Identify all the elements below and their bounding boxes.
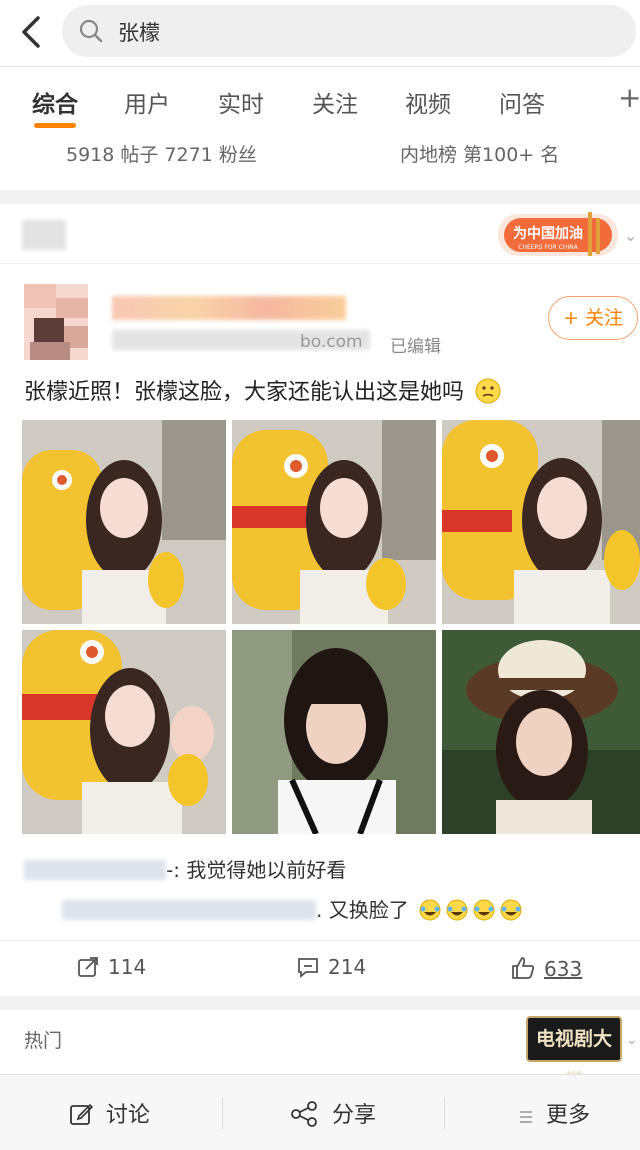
chevron-left-icon [22,16,40,48]
posts-fans-count: 5918 帖子 7271 粉丝 [66,144,257,166]
search-query: 张檬 [118,21,160,45]
comment-icon [298,958,318,978]
post-source: bo.com [300,332,363,352]
photo-1[interactable] [22,420,226,624]
more-label: 更多 [546,1103,591,1128]
blurred-username[interactable] [112,296,346,320]
active-tab-indicator [34,123,76,128]
laugh-cry-emoji-icon [446,899,468,921]
chevron-down-icon[interactable]: ⌄ [624,226,637,245]
comment-1-text: 我觉得她以前好看 [186,858,347,882]
laugh-cry-emoji-icon [473,899,495,921]
top-bar: 张檬 [0,0,640,66]
share-icon [291,1101,317,1127]
badge-cn-text: 为中国加油 [513,225,583,242]
photo-3[interactable] [442,420,640,624]
share-button[interactable]: 分享 [290,1097,376,1129]
comment-1[interactable]: -: 我觉得她以前好看 [24,854,346,883]
blurred-commenter [62,900,316,920]
menu-icon [520,1111,532,1123]
photo-4[interactable] [22,630,226,834]
repost-button[interactable]: 114 [76,955,146,979]
divider [222,1097,223,1129]
post-body[interactable]: 张檬近照！张檬这脸，大家还能认出这是她吗 [24,374,502,406]
thinking-emoji-icon [475,378,501,404]
tab-realtime[interactable]: 实时 [218,85,264,119]
photo-6[interactable] [442,630,640,834]
weibo-search-page: 张檬 综合 用户 实时 关注 视频 问答 + 5918 帖子 7271 粉丝 内… [0,0,640,1150]
photo-grid [22,420,640,836]
hot-label: 热门 [24,1030,63,1052]
search-input[interactable]: 张檬 [62,5,636,57]
bottom-bar: 讨论 分享 更多 [0,1074,640,1150]
badge-en-text: CHEERS FOR CHINA [518,244,578,251]
avatar[interactable] [24,284,88,360]
comment-2[interactable]: . 又换脸了 [62,894,523,923]
cheers-for-china-badge: 为中国加油 CHEERS FOR CHINA [498,212,618,256]
card-header: 为中国加油 CHEERS FOR CHINA ⌄ [0,204,640,264]
laugh-cry-emoji-icon [419,899,441,921]
search-icon [79,19,103,43]
edited-label: 已编辑 [390,337,441,357]
repost-icon [78,957,98,977]
repost-count: 114 [108,955,147,979]
discuss-label: 讨论 [106,1103,151,1128]
discuss-button[interactable]: 讨论 [68,1097,150,1129]
tab-bar: 综合 用户 实时 关注 视频 问答 + [0,66,640,138]
follow-button[interactable]: + 关注 [548,296,638,340]
hot-section: 热门 电视剧大赏 ⌄ [0,1010,640,1092]
thumbs-up-icon [512,957,535,979]
tv-awards-badge[interactable]: 电视剧大赏 [526,1016,622,1092]
photo-2[interactable] [232,420,436,624]
more-button[interactable]: 更多 [518,1097,590,1129]
like-button[interactable]: 633 [510,955,582,981]
like-count: 633 [544,957,583,981]
share-label: 分享 [332,1103,377,1128]
ranking-text[interactable]: 内地榜 第100+ 名 [400,140,559,167]
tab-users[interactable]: 用户 [124,85,170,119]
comment-count: 214 [328,955,367,979]
post-actions: 114 214 633 [0,940,640,996]
comment-button[interactable]: 214 [296,955,366,979]
photo-5[interactable] [232,630,436,834]
chevron-down-icon[interactable]: ⌄ [626,1032,638,1048]
blurred-commenter [24,860,166,880]
profile-stats: 5918 帖子 7271 粉丝 内地榜 第100+ 名 [0,138,640,190]
comment-1-prefix: -: [166,858,180,882]
tab-video[interactable]: 视频 [405,85,451,119]
tab-following[interactable]: 关注 [312,85,358,119]
edit-icon [70,1103,94,1125]
tab-all[interactable]: 综合 [32,85,78,119]
laugh-cry-emoji-icon [500,899,522,921]
post-text: 张檬近照！张檬这脸，大家还能认出这是她吗 [24,380,465,405]
divider [444,1097,445,1129]
more-tabs-icon[interactable]: + [618,81,640,114]
back-button[interactable] [14,12,48,52]
comment-2-text: . 又换脸了 [316,898,409,922]
tab-qa[interactable]: 问答 [499,85,545,119]
blurred-header-text [22,220,66,250]
post-card: 为中国加油 CHEERS FOR CHINA ⌄ bo.com 已编辑 + 关注… [0,204,640,996]
